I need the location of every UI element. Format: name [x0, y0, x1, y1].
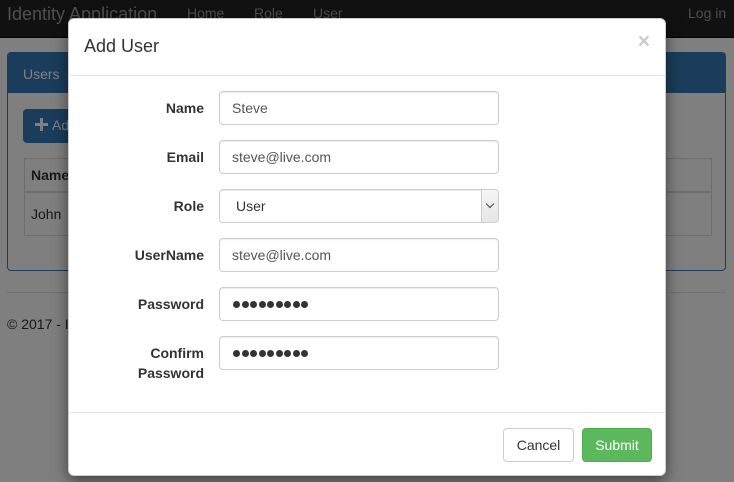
- password-dot: [267, 301, 274, 308]
- form-row-name: Name: [69, 91, 667, 125]
- submit-button[interactable]: Submit: [582, 428, 652, 462]
- password-dot: [250, 301, 257, 308]
- email-input[interactable]: [219, 140, 499, 174]
- password-dot: [301, 350, 308, 357]
- confirm-password-label-line2: Password: [137, 365, 204, 381]
- username-input[interactable]: [219, 238, 499, 272]
- confirm-password-label: Confirm Password: [69, 343, 204, 383]
- password-label: Password: [137, 296, 204, 312]
- close-icon[interactable]: ×: [638, 31, 650, 52]
- add-user-modal: Add User × Name Email Role User UserName…: [68, 18, 666, 476]
- select-dropdown-button[interactable]: [481, 190, 498, 222]
- form-row-email: Email: [69, 140, 667, 174]
- password-dot: [292, 301, 300, 308]
- password-dot: [258, 350, 266, 357]
- password-mask: [233, 298, 308, 312]
- password-dot: [301, 301, 308, 308]
- password-dot: [241, 301, 249, 308]
- password-dot: [241, 350, 249, 357]
- modal-header: Add User ×: [69, 19, 665, 76]
- modal-title: Add User: [84, 36, 160, 56]
- password-dot: [284, 301, 291, 308]
- confirm-password-input[interactable]: [219, 336, 499, 370]
- form-row-password: Password: [69, 287, 667, 321]
- password-dot: [275, 350, 283, 357]
- cancel-button[interactable]: Cancel: [503, 428, 574, 462]
- username-label: UserName: [134, 247, 204, 263]
- form-row-role: Role User: [69, 189, 667, 223]
- password-dot: [250, 350, 257, 357]
- form-row-confirm-password: Confirm Password: [69, 336, 667, 381]
- role-label: Role: [173, 198, 204, 214]
- password-dot: [284, 350, 291, 357]
- confirm-password-mask: [233, 347, 308, 361]
- form-row-username: UserName: [69, 238, 667, 272]
- password-dot: [233, 301, 240, 308]
- role-select-value: User: [236, 198, 266, 214]
- role-select[interactable]: User: [219, 189, 499, 223]
- confirm-password-label-line1: Confirm: [150, 345, 204, 361]
- password-dot: [233, 350, 240, 357]
- password-dot: [258, 301, 266, 308]
- email-label: Email: [166, 149, 204, 165]
- password-dot: [292, 350, 300, 357]
- chevron-down-icon: [485, 199, 495, 209]
- password-dot: [267, 350, 274, 357]
- name-label: Name: [165, 100, 204, 116]
- password-dot: [275, 301, 283, 308]
- password-input[interactable]: [219, 287, 499, 321]
- name-input[interactable]: [219, 91, 499, 125]
- modal-footer: Cancel Submit: [69, 412, 665, 475]
